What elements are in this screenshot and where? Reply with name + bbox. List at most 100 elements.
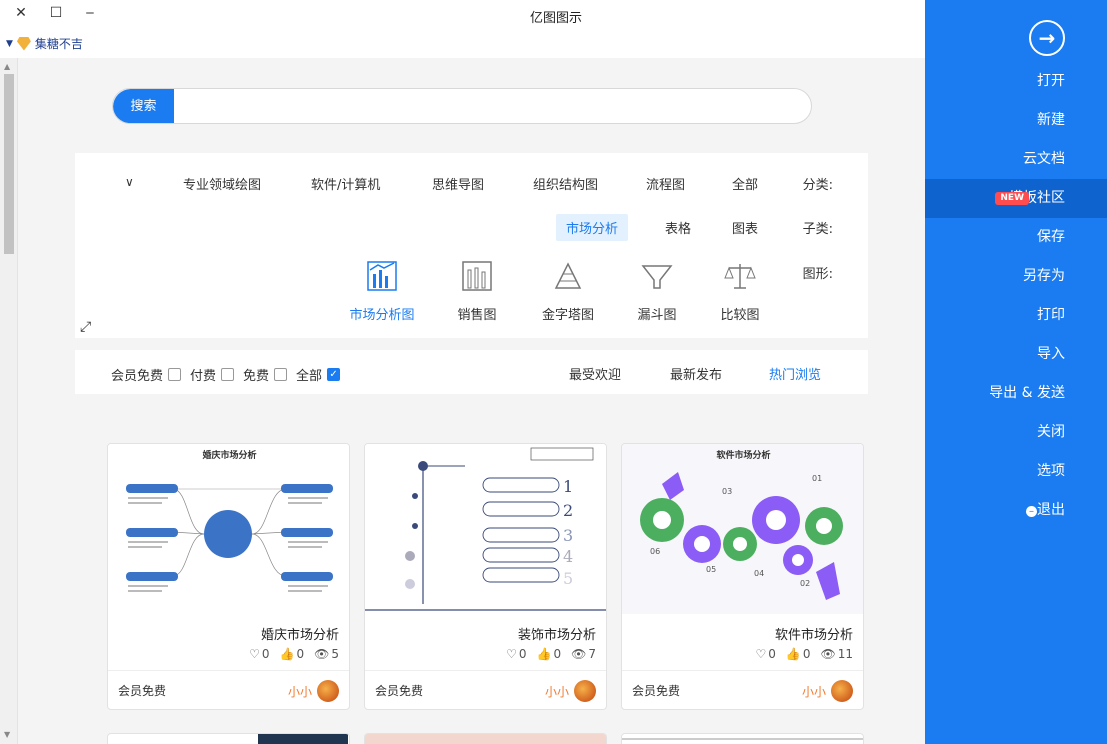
sidebar-item-close[interactable]: 关闭	[925, 413, 1107, 452]
back-arrow-icon[interactable]: →	[1029, 20, 1065, 56]
price-tag: 会员免费	[632, 684, 681, 698]
sort-tab-most-liked[interactable]: 最受欢迎	[569, 364, 621, 383]
template-card-partial[interactable]	[364, 733, 607, 744]
shape-comparison[interactable]: 比较图	[705, 258, 775, 323]
template-card-partial[interactable]	[107, 733, 350, 744]
template-card[interactable]: 软件市场分析 01 03 06 05 04 02 软件市场分析 ♡ 0 👍 0 👁 11 会员免…	[621, 443, 864, 710]
subcategory-option[interactable]: 图表	[732, 218, 758, 237]
author-info[interactable]: 小小	[545, 680, 596, 702]
filter-paid[interactable]: 付费	[190, 365, 235, 384]
maximize-window-button[interactable]: ☐	[48, 5, 64, 21]
sidebar-item-print[interactable]: 打印	[925, 296, 1107, 335]
thumbs-up-icon: 👍	[279, 647, 295, 661]
eye-icon: 👁	[571, 647, 587, 661]
author-info[interactable]: 小小	[802, 680, 853, 702]
category-option[interactable]: 专业领域绘图	[183, 174, 261, 193]
new-badge: NEW	[995, 192, 1029, 205]
sidebar-item-export-send[interactable]: 导出 & 发送	[925, 374, 1107, 413]
user-account-menu[interactable]: ▼ 集糖不吉	[6, 35, 83, 52]
svg-text:4: 4	[563, 547, 573, 566]
svg-text:03: 03	[722, 487, 732, 496]
category-option[interactable]: 全部	[732, 174, 758, 193]
favorite-count[interactable]: ♡ 0	[506, 647, 526, 661]
author-info[interactable]: 小小	[288, 680, 339, 702]
svg-text:04: 04	[754, 569, 764, 578]
view-count: 👁 11	[820, 647, 853, 661]
svg-text:06: 06	[650, 547, 660, 556]
shape-funnel[interactable]: 漏斗图	[622, 258, 692, 323]
view-count-value: 5	[331, 647, 339, 661]
subcategory-option-selected[interactable]: 市场分析	[556, 214, 629, 241]
scroll-down-arrow-icon[interactable]: ▼	[4, 730, 10, 739]
sidebar-item-label: 另存为	[1023, 268, 1065, 284]
sidebar-item-options[interactable]: 选项	[925, 452, 1107, 491]
minimize-window-button[interactable]: ‒	[82, 5, 98, 21]
search-input[interactable]	[175, 89, 795, 123]
window-titlebar: ✕ ☐ ‒ 亿图图示	[0, 0, 925, 28]
sidebar-item-exit[interactable]: – 退出	[925, 491, 1107, 530]
like-count[interactable]: 👍 0	[280, 647, 305, 661]
template-card-partial[interactable]	[621, 733, 864, 744]
search-button[interactable]: 搜索	[113, 89, 174, 123]
expand-icon[interactable]: ⤢	[80, 319, 91, 335]
sidebar-item-cloud-docs[interactable]: 云文档	[925, 140, 1107, 179]
like-count[interactable]: 👍 0	[537, 647, 562, 661]
category-option[interactable]: 思维导图	[432, 174, 484, 193]
sort-tab-popular[interactable]: 热门浏览	[769, 364, 821, 383]
template-title[interactable]: 装饰市场分析	[518, 624, 596, 643]
caret-down-icon: ▼	[6, 38, 13, 49]
chevron-down-icon[interactable]: ∨	[125, 175, 134, 189]
vertical-scrollbar[interactable]: ▲ ▼	[0, 58, 18, 744]
exit-icon: –	[1026, 506, 1037, 517]
checkbox[interactable]	[221, 368, 235, 381]
filter-member-free[interactable]: 会员免费	[111, 365, 182, 384]
sidebar-item-label: 打印	[1037, 307, 1065, 323]
filter-all[interactable]: 全部 ✓	[296, 365, 341, 384]
template-card[interactable]: 12 345 装饰市场分析 ♡ 0 👍 0 👁 7 会员免费 小小	[364, 443, 607, 710]
scroll-up-arrow-icon[interactable]: ▲	[4, 62, 10, 71]
sidebar-item-import[interactable]: 导入	[925, 335, 1107, 374]
shape-sales[interactable]: 销售图	[442, 258, 512, 323]
checkbox[interactable]	[168, 368, 182, 381]
vip-diamond-icon	[16, 36, 31, 51]
avatar	[574, 680, 596, 702]
category-option[interactable]: 流程图	[646, 174, 685, 193]
template-thumbnail: 1 2 3 4 5	[365, 444, 606, 614]
close-window-button[interactable]: ✕	[13, 5, 29, 21]
subcategory-option[interactable]: 表格	[665, 218, 691, 237]
checkbox[interactable]	[274, 368, 288, 381]
favorite-count-value: 0	[261, 647, 270, 661]
template-title[interactable]: 婚庆市场分析	[261, 624, 339, 643]
sidebar-item-template-community[interactable]: NEW 模板社区	[925, 179, 1107, 218]
template-stats: ♡ 0 👍 0 👁 5	[249, 647, 339, 661]
like-count[interactable]: 👍 0	[786, 647, 811, 661]
sidebar-item-open[interactable]: 打开	[925, 62, 1107, 101]
favorite-count[interactable]: ♡ 0	[249, 647, 269, 661]
author-name: 小小	[801, 684, 826, 699]
template-card[interactable]: 婚庆市场分析 婚庆市场分析 ♡0 �	[107, 443, 350, 710]
svg-text:02: 02	[800, 579, 810, 588]
template-title[interactable]: 软件市场分析	[775, 624, 853, 643]
scrollbar-thumb[interactable]	[4, 74, 14, 254]
file-menu-sidebar: → 打开 新建 云文档 NEW 模板社区 保存 另存为 打印 导入 导出 & 发…	[925, 0, 1107, 744]
like-count-value: 0	[296, 647, 305, 661]
view-count: 👁 7	[571, 647, 596, 661]
favorite-count[interactable]: ♡ 0	[755, 647, 775, 661]
category-option[interactable]: 组织结构图	[533, 174, 598, 193]
funnel-icon	[641, 265, 673, 289]
sidebar-item-save[interactable]: 保存	[925, 218, 1107, 257]
like-count-value: 0	[553, 647, 562, 661]
sidebar-item-save-as[interactable]: 另存为	[925, 257, 1107, 296]
sidebar-item-new[interactable]: 新建	[925, 101, 1107, 140]
filter-free[interactable]: 免费	[243, 365, 288, 384]
shape-market-analysis[interactable]: 市场分析图	[347, 258, 417, 323]
card-divider	[365, 670, 606, 671]
checkbox-checked[interactable]: ✓	[327, 368, 341, 381]
template-stats: ♡ 0 👍 0 👁 7	[506, 647, 596, 661]
category-label: 分类:	[802, 178, 833, 193]
svg-text:2: 2	[563, 501, 573, 520]
sort-tab-latest[interactable]: 最新发布	[670, 364, 722, 383]
template-stats: ♡ 0 👍 0 👁 11	[755, 647, 853, 661]
shape-pyramid[interactable]: 金字塔图	[533, 258, 603, 323]
category-option[interactable]: 软件/计算机	[311, 174, 380, 193]
